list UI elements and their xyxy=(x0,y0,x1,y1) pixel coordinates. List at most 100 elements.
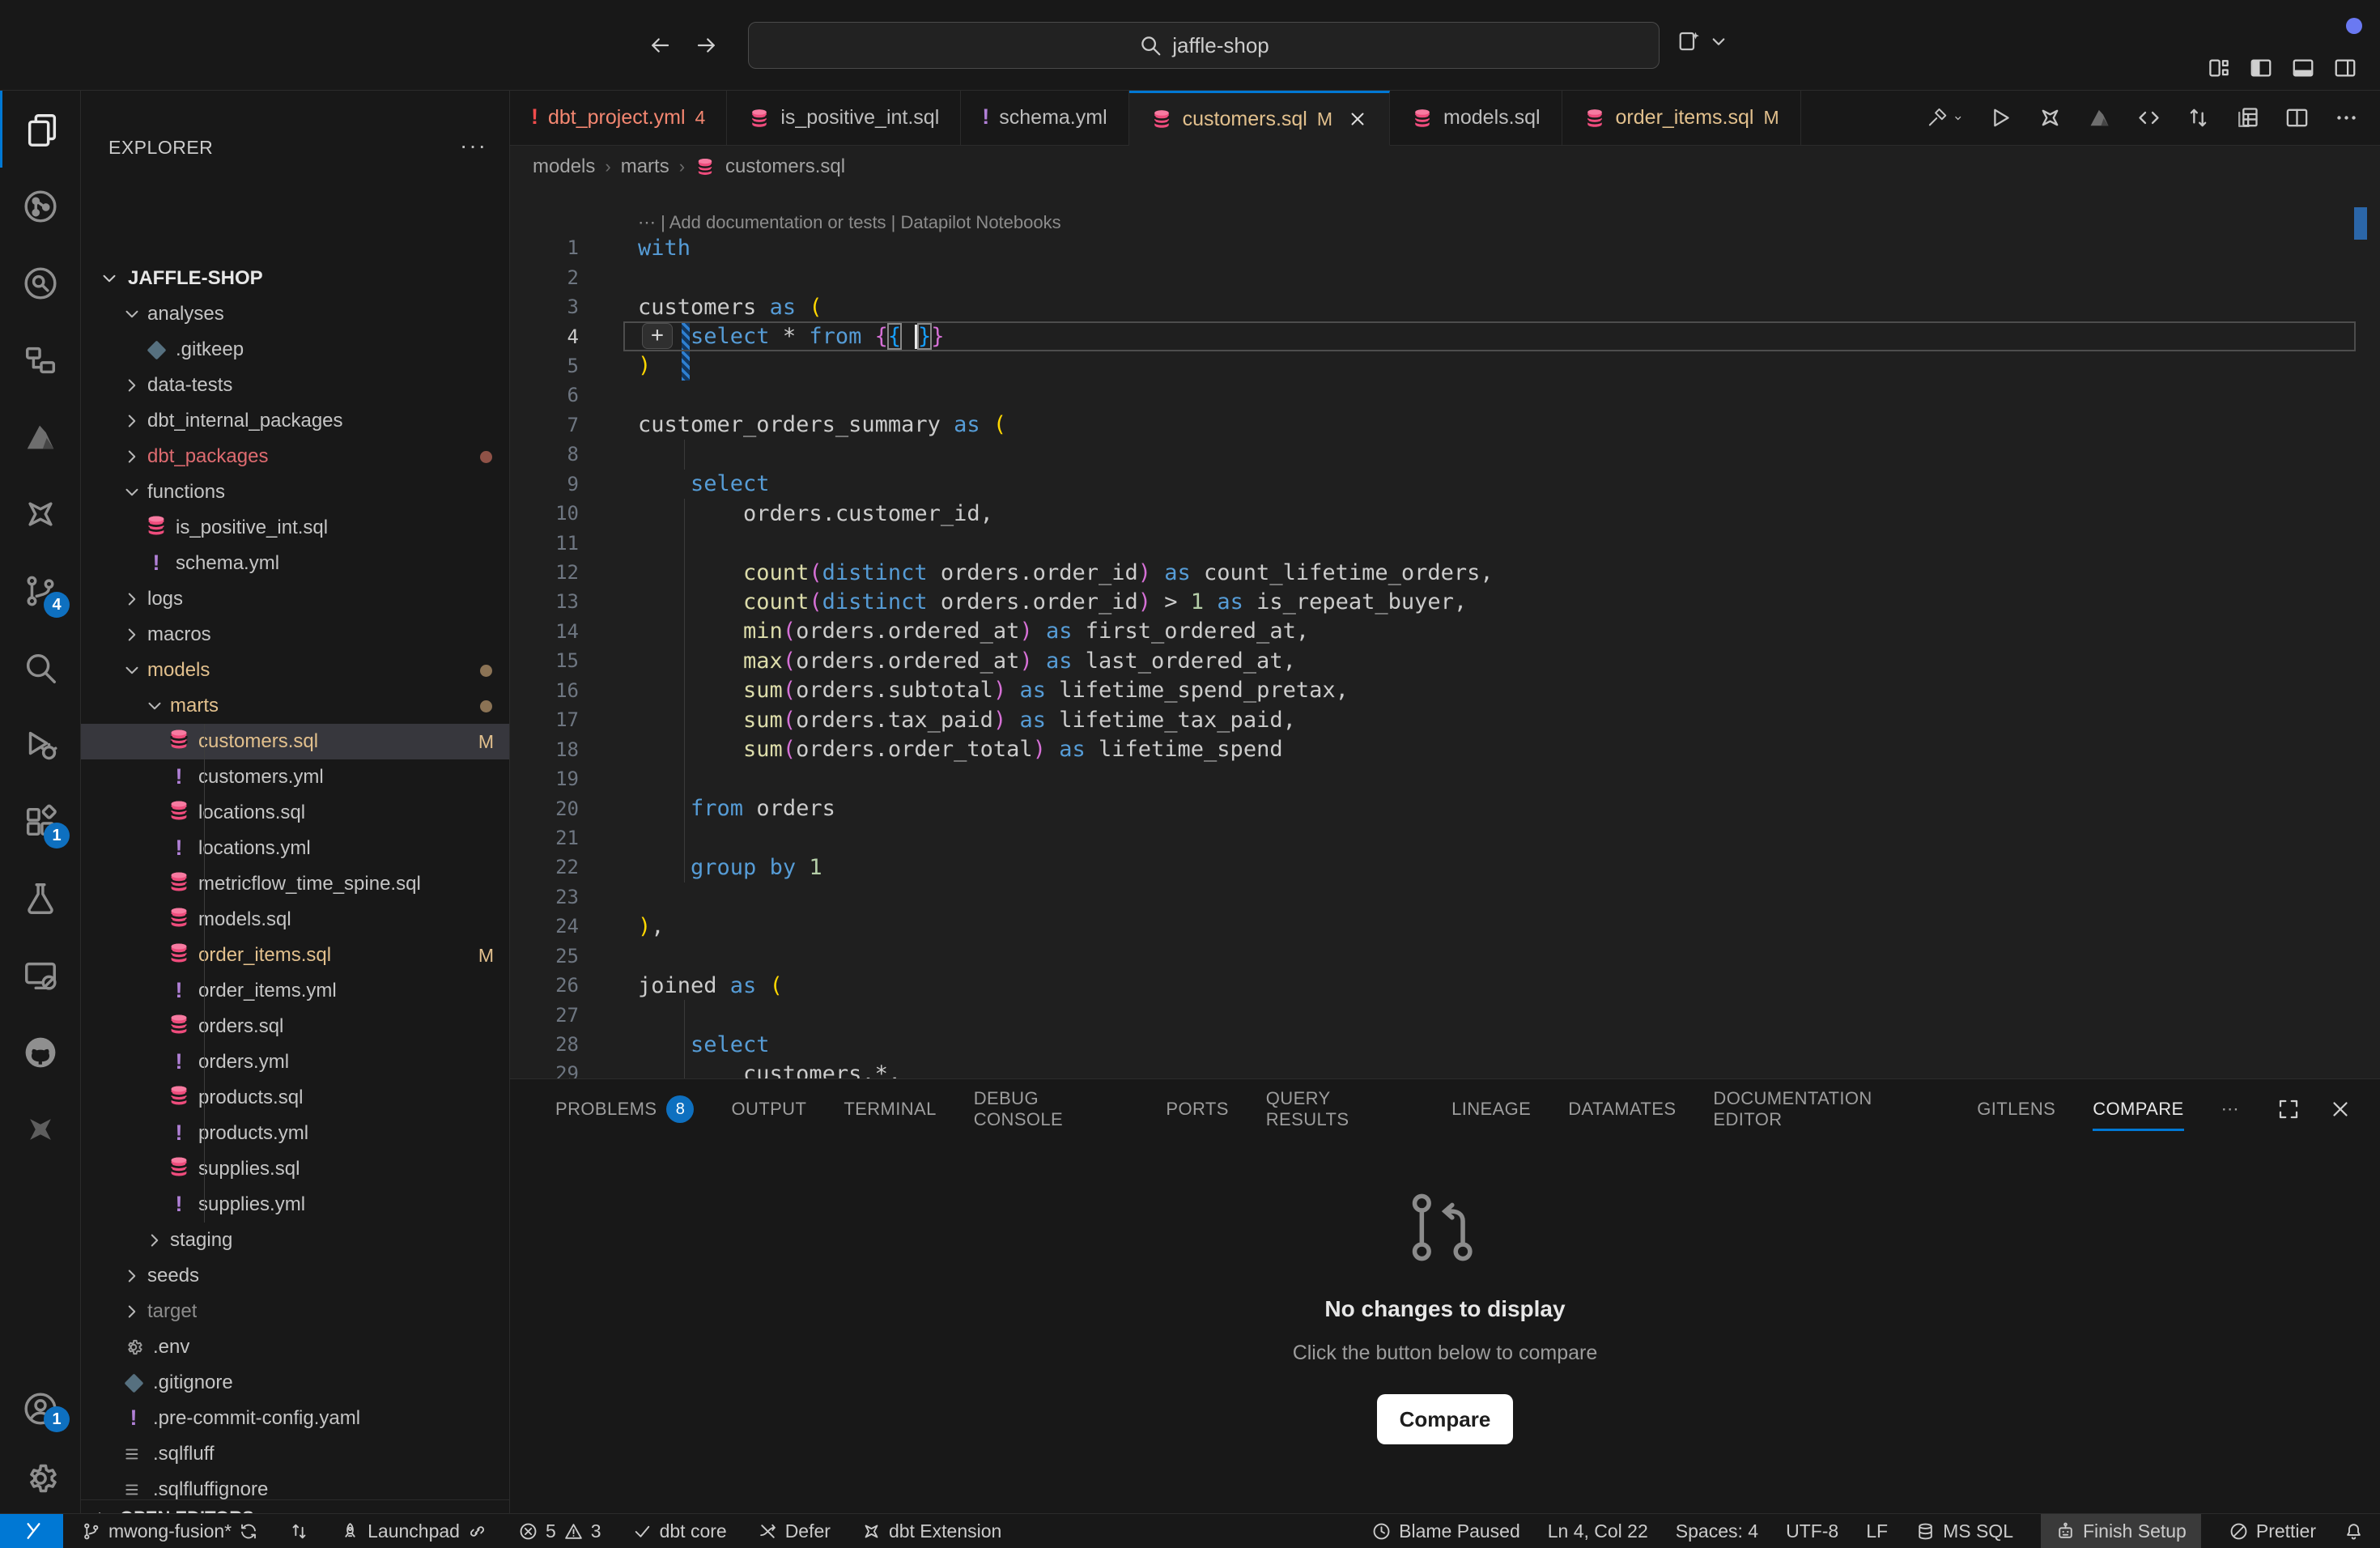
code-line-12[interactable]: 12 count(distinct orders.order_id) as co… xyxy=(510,558,2380,587)
panel-tab-problems[interactable]: PROBLEMS8 xyxy=(555,1079,694,1139)
tab-customers-sql[interactable]: customers.sqlM xyxy=(1129,91,1390,146)
activity-source-control-icon[interactable]: 4 xyxy=(0,552,81,629)
panel-tab-debug-console[interactable]: DEBUG CONSOLE xyxy=(974,1079,1129,1139)
toggle-secondary-sidebar-icon[interactable] xyxy=(2333,56,2357,80)
code-line-3[interactable]: 3customers as ( xyxy=(510,292,2380,321)
status-dbt-core[interactable]: dbt core xyxy=(632,1514,727,1548)
tree-item--env[interactable]: .env xyxy=(81,1329,510,1365)
tree-item--sqlfluff[interactable]: .sqlfluff xyxy=(81,1436,510,1472)
tree-item-dbt-internal-packages[interactable]: dbt_internal_packages xyxy=(81,403,510,439)
tree-item-locations-yml[interactable]: !locations.yml xyxy=(81,831,510,866)
panel-tab-gitlens[interactable]: GITLENS xyxy=(1977,1079,2055,1139)
panel-tab-documentation-editor[interactable]: DOCUMENTATION EDITOR xyxy=(1713,1079,1940,1139)
tree-item-supplies-sql[interactable]: supplies.sql xyxy=(81,1151,510,1187)
tree-item-schema-yml[interactable]: !schema.yml xyxy=(81,546,510,581)
breadcrumb-item[interactable]: models xyxy=(533,155,595,178)
activity-search-icon[interactable] xyxy=(0,629,81,706)
activity-github-icon[interactable] xyxy=(0,1014,81,1091)
status-encoding[interactable]: UTF-8 xyxy=(1786,1514,1838,1548)
activity-remote-explorer-icon[interactable] xyxy=(0,937,81,1014)
tree-item--gitkeep[interactable]: .gitkeep xyxy=(81,332,510,368)
status-dbt-extension[interactable]: dbt Extension xyxy=(861,1514,1001,1548)
play-icon[interactable] xyxy=(1988,105,2013,130)
activity-explorer-icon[interactable] xyxy=(0,91,81,168)
tree-item-order-items-sql[interactable]: order_items.sqlM xyxy=(81,938,510,973)
code-line-19[interactable]: 19 xyxy=(510,764,2380,793)
status-cursor-position[interactable]: Ln 4, Col 22 xyxy=(1548,1514,1648,1548)
code-line-22[interactable]: 22 group by 1 xyxy=(510,853,2380,882)
tree-item-supplies-yml[interactable]: !supplies.yml xyxy=(81,1187,510,1223)
activity-run-and-debug-icon[interactable] xyxy=(0,706,81,783)
command-center-search[interactable]: jaffle-shop xyxy=(748,22,1660,69)
activity-datamates-icon[interactable] xyxy=(0,398,81,475)
tree-item-models[interactable]: models xyxy=(81,653,510,688)
close-panel-icon[interactable] xyxy=(2328,1097,2352,1121)
panel-tab--[interactable]: ⋯ xyxy=(2221,1079,2239,1139)
tab-schema-yml[interactable]: !schema.yml xyxy=(961,91,1128,145)
panel-tab-query-results[interactable]: QUERY RESULTS xyxy=(1266,1079,1414,1139)
inline-add-button[interactable]: + xyxy=(642,323,673,349)
section-open-editors[interactable]: OPEN EDITORS xyxy=(81,1499,510,1513)
tree-item-locations-sql[interactable]: locations.sql xyxy=(81,795,510,831)
maximize-panel-icon[interactable] xyxy=(2276,1097,2301,1121)
status-git-compare[interactable] xyxy=(289,1514,309,1548)
panel-tab-lineage[interactable]: LINEAGE xyxy=(1451,1079,1531,1139)
breadcrumb-item[interactable]: customers.sql xyxy=(725,155,845,178)
compare-icon[interactable] xyxy=(2186,105,2211,130)
code-line-23[interactable]: 23 xyxy=(510,882,2380,912)
tree-item-staging[interactable]: staging xyxy=(81,1223,510,1258)
code-line-18[interactable]: 18 sum(orders.order_total) as lifetime_s… xyxy=(510,734,2380,763)
remote-indicator[interactable] xyxy=(0,1514,63,1548)
code-line-1[interactable]: 1with xyxy=(510,233,2380,262)
code-line-16[interactable]: 16 sum(orders.subtotal) as lifetime_spen… xyxy=(510,676,2380,705)
codelens[interactable]: ⋯ | Add documentation or tests | Datapil… xyxy=(638,194,1061,233)
tree-item-customers-yml[interactable]: !customers.yml xyxy=(81,759,510,795)
tree-item-logs[interactable]: logs xyxy=(81,581,510,617)
panel-tab-datamates[interactable]: DATAMATES xyxy=(1568,1079,1676,1139)
tree-item-dbt-packages[interactable]: dbt_packages xyxy=(81,439,510,474)
ellipsis-icon[interactable] xyxy=(2334,105,2359,130)
code-editor[interactable]: 1with23customers as (4+ select * from {{… xyxy=(510,233,2380,1078)
code-line-14[interactable]: 14 min(orders.ordered_at) as first_order… xyxy=(510,617,2380,646)
code-line-8[interactable]: 8 xyxy=(510,440,2380,469)
tree-item-analyses[interactable]: analyses xyxy=(81,296,510,332)
activity-testing-icon[interactable] xyxy=(0,860,81,937)
tree-item-products-yml[interactable]: !products.yml xyxy=(81,1116,510,1151)
status-finish-setup[interactable]: Finish Setup xyxy=(2041,1514,2201,1548)
table-copy-icon[interactable] xyxy=(2235,105,2260,130)
dbt-x-icon[interactable] xyxy=(2038,105,2063,130)
code-line-25[interactable]: 25 xyxy=(510,942,2380,971)
tree-item-seeds[interactable]: seeds xyxy=(81,1258,510,1294)
code-line-11[interactable]: 11 xyxy=(510,528,2380,557)
code-line-9[interactable]: 9 select xyxy=(510,470,2380,499)
code-line-27[interactable]: 27 xyxy=(510,1000,2380,1029)
code-line-26[interactable]: 26joined as ( xyxy=(510,971,2380,1000)
tree-item-orders-sql[interactable]: orders.sql xyxy=(81,1009,510,1044)
status-prettier[interactable]: Prettier xyxy=(2229,1514,2316,1548)
a-logo-icon[interactable] xyxy=(2087,105,2112,130)
status-eol[interactable]: LF xyxy=(1866,1514,1888,1548)
code-line-17[interactable]: 17 sum(orders.tax_paid) as lifetime_tax_… xyxy=(510,705,2380,734)
breadcrumb[interactable]: models›marts›customers.sql xyxy=(510,146,2380,188)
tree-item-customers-sql[interactable]: customers.sqlM xyxy=(81,724,510,759)
activity-lineage-view-icon[interactable] xyxy=(0,321,81,398)
tab-is-positive-int-sql[interactable]: is_positive_int.sql xyxy=(727,91,961,145)
panel-tab-terminal[interactable]: TERMINAL xyxy=(844,1079,936,1139)
code-line-4[interactable]: 4+ select * from {{ }} xyxy=(510,321,2380,351)
tab-dbt-project-yml[interactable]: !dbt_project.yml4 xyxy=(510,91,727,145)
tab-order-items-sql[interactable]: order_items.sqlM xyxy=(1562,91,1801,145)
code-line-20[interactable]: 20 from orders xyxy=(510,793,2380,823)
status-defer[interactable]: Defer xyxy=(758,1514,831,1548)
tab-models-sql[interactable]: models.sql xyxy=(1390,91,1562,145)
code-line-6[interactable]: 6 xyxy=(510,381,2380,410)
forward-button[interactable] xyxy=(695,33,719,57)
status-language-mode[interactable]: MS SQL xyxy=(1915,1514,2013,1548)
code-line-29[interactable]: 29 customers.*, xyxy=(510,1059,2380,1078)
code-icon[interactable] xyxy=(2136,105,2161,130)
more-actions-icon[interactable]: ··· xyxy=(460,133,487,159)
tree-item--gitignore[interactable]: .gitignore xyxy=(81,1365,510,1401)
toggle-panel-icon[interactable] xyxy=(2291,56,2315,80)
tree-item-data-tests[interactable]: data-tests xyxy=(81,368,510,403)
code-line-10[interactable]: 10 orders.customer_id, xyxy=(510,499,2380,528)
status-blame[interactable]: Blame Paused xyxy=(1371,1514,1520,1548)
